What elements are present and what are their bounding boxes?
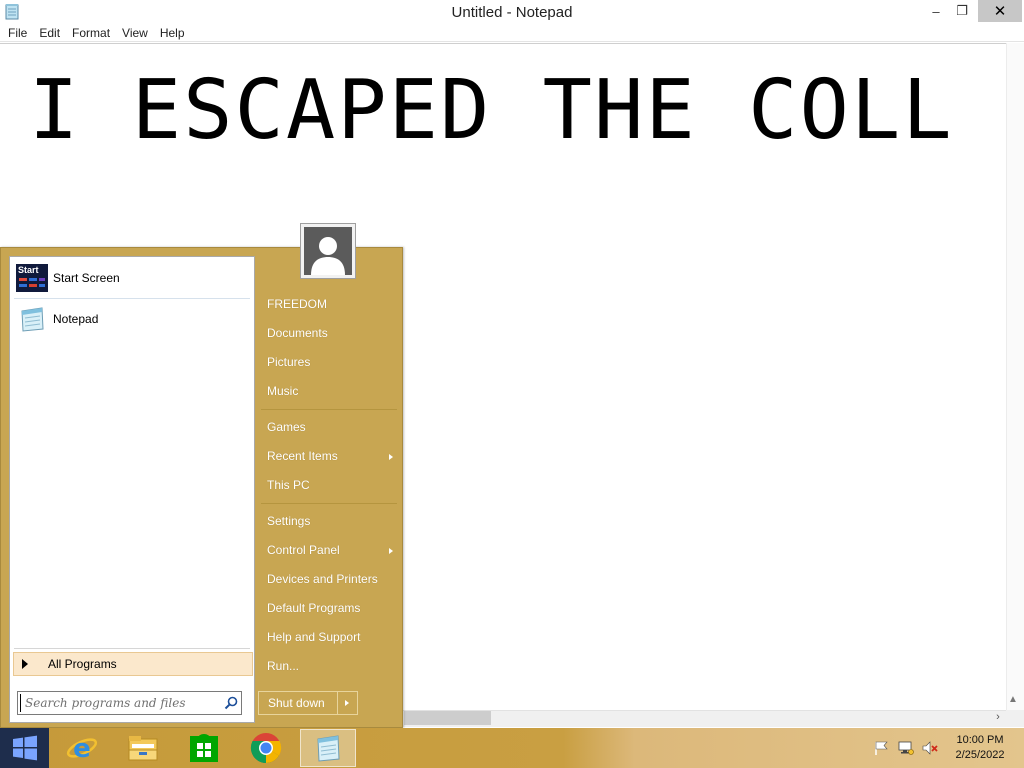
control-panel-label: Control Panel [267, 543, 340, 557]
editor-content[interactable]: I ESCAPED THE COLL [29, 66, 954, 156]
minimize-button[interactable]: – [924, 0, 948, 22]
pinned-start-screen[interactable]: Start Start Screen [14, 259, 250, 297]
expand-arrow-icon [22, 659, 28, 669]
taskbar-notepad[interactable] [300, 729, 356, 767]
start-item-settings[interactable]: Settings [259, 507, 399, 536]
start-menu-programs-pane: Start Start Screen Notepad All Programs … [9, 256, 255, 723]
start-item-music[interactable]: Music [259, 377, 399, 406]
notepad-icon [21, 307, 44, 332]
taskbar-store[interactable] [176, 729, 232, 767]
vertical-scrollbar[interactable] [1006, 43, 1024, 710]
start-item-help-and-support[interactable]: Help and Support [259, 623, 399, 652]
search-input[interactable] [20, 694, 218, 712]
windows-logo-icon [12, 735, 37, 761]
restore-button[interactable]: ❐ [950, 0, 974, 22]
menu-help[interactable]: Help [154, 24, 191, 41]
start-menu-divider [261, 409, 397, 410]
clock-time: 10:00 PM [956, 734, 1004, 746]
pinned-notepad[interactable]: Notepad [14, 300, 250, 338]
user-avatar[interactable] [300, 223, 356, 279]
taskbar-file-explorer[interactable] [115, 729, 171, 767]
action-center-flag-icon[interactable] [873, 741, 889, 755]
start-item-control-panel[interactable]: Control Panel [259, 536, 399, 565]
start-item-this-pc[interactable]: This PC [259, 471, 399, 500]
start-item-documents[interactable]: Documents [259, 319, 399, 348]
start-item-default-programs[interactable]: Default Programs [259, 594, 399, 623]
recent-items-label: Recent Items [267, 449, 338, 463]
chrome-icon [250, 733, 282, 764]
volume-muted-icon[interactable] [922, 741, 938, 755]
menu-bar: File Edit Format View Help [0, 24, 1024, 42]
window-title: Untitled - Notepad [451, 4, 573, 21]
pinned-label-notepad: Notepad [53, 312, 99, 326]
network-icon[interactable] [898, 741, 914, 755]
clock-date: 2/25/2022 [955, 749, 1005, 761]
file-explorer-icon [128, 736, 158, 761]
store-icon [190, 734, 218, 762]
menu-format[interactable]: Format [66, 24, 116, 41]
start-item-devices-and-printers[interactable]: Devices and Printers [259, 565, 399, 594]
user-avatar-icon [304, 227, 352, 275]
menu-edit[interactable]: Edit [33, 24, 66, 41]
horizontal-scroll-thumb[interactable] [404, 711, 491, 725]
start-item-games[interactable]: Games [259, 413, 399, 442]
scroll-right-arrow-icon[interactable]: › [991, 711, 1005, 725]
taskbar-internet-explorer[interactable]: e [54, 729, 110, 767]
search-icon[interactable] [224, 696, 238, 710]
search-box[interactable] [17, 691, 242, 715]
submenu-arrow-icon [389, 548, 393, 554]
svg-text:e: e [73, 734, 91, 764]
start-item-run[interactable]: Run... [259, 652, 399, 681]
start-screen-icon-text: Start [18, 265, 39, 275]
close-button[interactable]: ✕ [978, 0, 1022, 22]
pinned-divider [14, 298, 250, 299]
title-bar[interactable]: Untitled - Notepad – ❐ ✕ [0, 0, 1024, 24]
start-item-freedom[interactable]: FREEDOM [259, 290, 399, 319]
all-programs-divider [14, 648, 250, 649]
start-item-recent-items[interactable]: Recent Items [259, 442, 399, 471]
system-clock[interactable]: 10:00 PM 2/25/2022 [950, 733, 1010, 763]
taskbar-chrome[interactable] [238, 729, 294, 767]
shutdown-button-group: Shut down [258, 691, 358, 715]
taskbar: e 10:00 PM 2/25/2022 [0, 728, 1024, 768]
pinned-label-start-screen: Start Screen [53, 271, 120, 285]
all-programs-label: All Programs [48, 657, 117, 671]
start-menu-divider [261, 503, 397, 504]
scroll-up-arrow-icon[interactable]: ▲ [1008, 694, 1018, 705]
notepad-icon [317, 735, 340, 762]
start-screen-icon: Start [16, 264, 48, 292]
shutdown-button[interactable]: Shut down [259, 692, 338, 714]
start-menu: Start Start Screen Notepad All Programs … [0, 247, 403, 728]
menu-view[interactable]: View [116, 24, 154, 41]
submenu-arrow-icon [389, 454, 393, 460]
start-item-pictures[interactable]: Pictures [259, 348, 399, 377]
shutdown-options-arrow-icon[interactable] [338, 692, 357, 714]
all-programs-button[interactable]: All Programs [13, 652, 253, 676]
menu-file[interactable]: File [2, 24, 33, 41]
scrollbar-corner [1006, 710, 1024, 727]
internet-explorer-icon: e [66, 734, 98, 764]
start-button[interactable] [0, 728, 49, 768]
